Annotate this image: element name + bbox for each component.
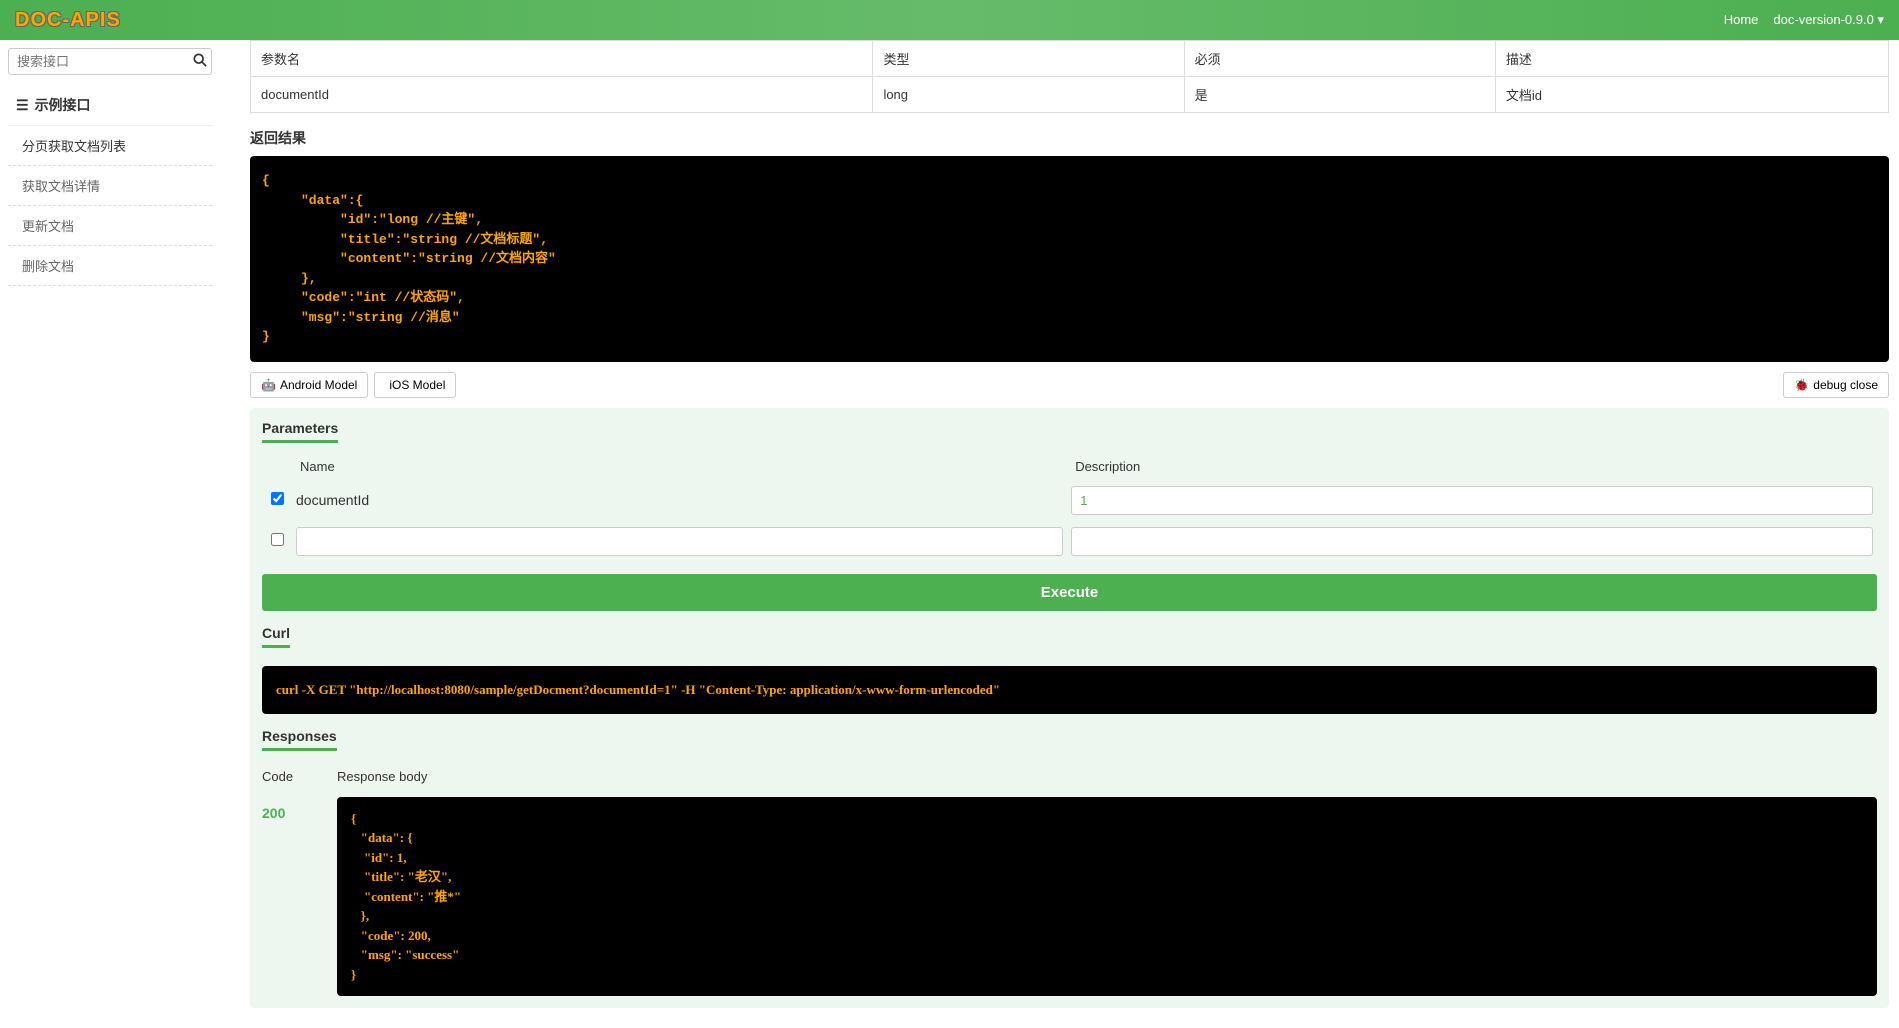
param-value-1[interactable] bbox=[1071, 527, 1873, 556]
curl-title: Curl bbox=[262, 625, 290, 648]
param-value-0[interactable] bbox=[1071, 486, 1873, 515]
desc-header: Description bbox=[1067, 453, 1877, 480]
return-label: 返回结果 bbox=[250, 128, 1889, 148]
param-form-table: Name Description documentId bbox=[262, 453, 1877, 562]
main-content: 参数名 类型 必须 描述 documentId long 是 文档id 返回结果… bbox=[220, 40, 1899, 1028]
name-header: Name bbox=[292, 453, 1067, 480]
curl-block: curl -X GET "http://localhost:8080/sampl… bbox=[262, 666, 1877, 714]
param-checkbox-1[interactable] bbox=[271, 533, 284, 546]
code-header: Code bbox=[262, 769, 337, 784]
menu-icon: ☰ bbox=[16, 97, 29, 114]
table-row: documentId long 是 文档id bbox=[251, 77, 1889, 113]
version-dropdown[interactable]: doc-version-0.9.0 ▾ bbox=[1773, 12, 1884, 28]
nav-section-title[interactable]: ☰ 示例接口 bbox=[8, 85, 212, 126]
header-right: Home doc-version-0.9.0 ▾ bbox=[1724, 12, 1884, 28]
th-name: 参数名 bbox=[251, 41, 873, 77]
th-desc: 描述 bbox=[1495, 41, 1888, 77]
home-link[interactable]: Home bbox=[1724, 12, 1759, 28]
sidebar-item-3[interactable]: 删除文档 bbox=[8, 246, 212, 286]
response-body: { "data": { "id": 1, "title": "老汉", "con… bbox=[337, 797, 1877, 997]
debug-panel: Parameters Name Description documentId bbox=[250, 408, 1889, 1009]
bug-icon: 🐞 bbox=[1794, 378, 1809, 392]
response-row: 200 { "data": { "id": 1, "title": "老汉", … bbox=[262, 797, 1877, 997]
android-icon: 🤖 bbox=[261, 378, 276, 392]
execute-button[interactable]: Execute bbox=[262, 574, 1877, 611]
search-input[interactable] bbox=[17, 54, 193, 69]
logo: DOC-APIS bbox=[15, 9, 121, 32]
body-header: Response body bbox=[337, 769, 427, 784]
sidebar: ☰ 示例接口 分页获取文档列表 获取文档详情 更新文档 删除文档 bbox=[0, 40, 220, 1028]
header: DOC-APIS Home doc-version-0.9.0 ▾ bbox=[0, 0, 1899, 40]
table-row: documentId bbox=[262, 480, 1877, 521]
table-row bbox=[262, 521, 1877, 562]
param-name-0: documentId bbox=[292, 480, 1067, 521]
sidebar-item-0[interactable]: 分页获取文档列表 bbox=[8, 126, 212, 166]
button-row: 🤖 Android Model iOS Model 🐞 debug close bbox=[250, 372, 1889, 398]
sidebar-item-1[interactable]: 获取文档详情 bbox=[8, 166, 212, 206]
responses-title: Responses bbox=[262, 728, 337, 751]
return-code-block: { "data":{ "id":"long //主键", "title":"st… bbox=[250, 156, 1889, 362]
param-table: 参数名 类型 必须 描述 documentId long 是 文档id bbox=[250, 40, 1889, 113]
sidebar-item-2[interactable]: 更新文档 bbox=[8, 206, 212, 246]
ios-model-button[interactable]: iOS Model bbox=[374, 372, 456, 398]
th-required: 必须 bbox=[1184, 41, 1495, 77]
parameters-title: Parameters bbox=[262, 420, 338, 443]
responses-header: Code Response body bbox=[262, 761, 1877, 792]
search-box[interactable] bbox=[8, 48, 212, 75]
android-model-button[interactable]: 🤖 Android Model bbox=[250, 372, 368, 398]
param-checkbox-0[interactable] bbox=[271, 492, 284, 505]
th-type: 类型 bbox=[873, 41, 1184, 77]
search-icon[interactable] bbox=[193, 53, 207, 70]
chevron-down-icon: ▾ bbox=[1874, 12, 1884, 27]
param-name-1[interactable] bbox=[296, 527, 1063, 556]
response-code: 200 bbox=[262, 797, 337, 997]
debug-close-button[interactable]: 🐞 debug close bbox=[1783, 372, 1889, 398]
